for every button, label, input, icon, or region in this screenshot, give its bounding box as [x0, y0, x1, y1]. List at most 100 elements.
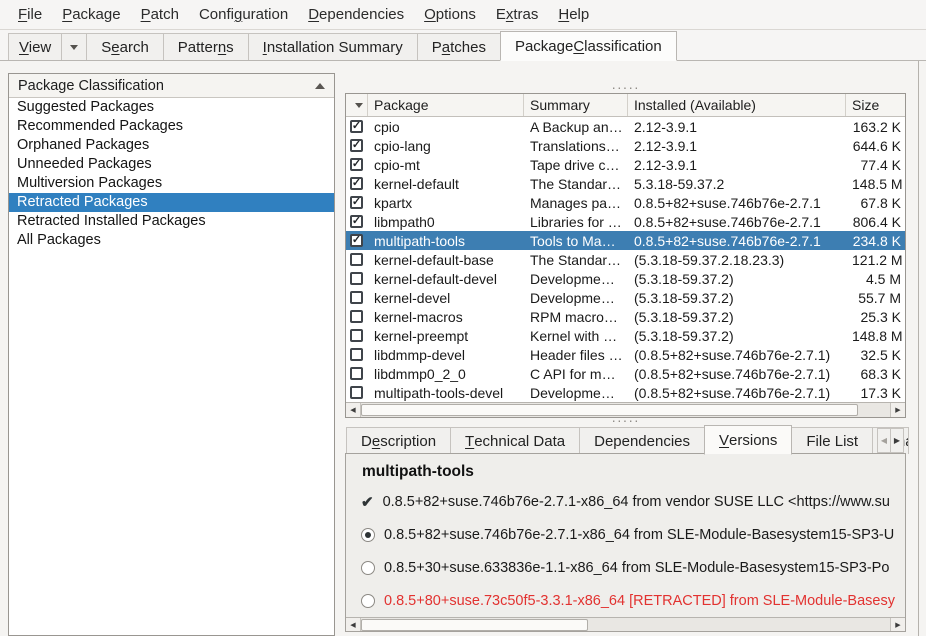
sidebar-item-retracted-installed-packages[interactable]: Retracted Installed Packages — [9, 212, 334, 231]
cell-summary: Libraries for … — [524, 214, 628, 230]
package-row-kernel-default-base[interactable]: kernel-default-baseThe Standar…(5.3.18-5… — [346, 250, 905, 269]
cell-installed: 0.8.5+82+suse.746b76e-2.7.1 — [628, 214, 846, 230]
package-row-cpio-lang[interactable]: ✓cpio-langTranslations…2.12-3.9.1644.6 K — [346, 136, 905, 155]
checkbox-checked-icon[interactable]: ✓ — [350, 196, 363, 209]
checkbox-checked-icon[interactable]: ✓ — [350, 177, 363, 190]
menu-extras[interactable]: Extras — [486, 0, 549, 29]
package-row-kpartx[interactable]: ✓kpartxManages pa…0.8.5+82+suse.746b76e-… — [346, 193, 905, 212]
column-header-summary[interactable]: Summary — [524, 94, 628, 116]
sidebar-item-multiversion-packages[interactable]: Multiversion Packages — [9, 174, 334, 193]
cell-summary: RPM macro… — [524, 309, 628, 325]
cell-installed: (5.3.18-59.37.2) — [628, 290, 846, 306]
scrollbar-thumb[interactable] — [361, 404, 858, 416]
scroll-left-icon[interactable]: ◀ — [346, 403, 361, 417]
scrollbar-thumb[interactable] — [361, 619, 588, 631]
menu-configuration[interactable]: Configuration — [189, 0, 298, 29]
version-entry[interactable]: 0.8.5+30+suse.633836e-1.1-x86_64 from SL… — [346, 551, 905, 584]
checkbox-unchecked-icon[interactable] — [350, 253, 363, 266]
package-row-multipath-tools[interactable]: ✓multipath-toolsTools to Ma…0.8.5+82+sus… — [346, 231, 905, 250]
tab-patterns[interactable]: Patterns — [163, 33, 249, 60]
column-header-size[interactable]: Size — [846, 94, 905, 116]
sidebar-item-suggested-packages[interactable]: Suggested Packages — [9, 98, 334, 117]
filter-sidebar: Package Classification Suggested Package… — [8, 73, 335, 636]
detail-tab-file-list[interactable]: File List — [791, 427, 873, 454]
cell-installed: 2.12-3.9.1 — [628, 138, 846, 154]
sidebar-item-orphaned-packages[interactable]: Orphaned Packages — [9, 136, 334, 155]
tab-scroll-left-icon[interactable]: ◀ — [877, 428, 891, 453]
menu-patch[interactable]: Patch — [131, 0, 189, 29]
chevron-down-icon[interactable] — [70, 45, 78, 50]
menu-dependencies[interactable]: Dependencies — [298, 0, 414, 29]
menu-help[interactable]: Help — [548, 0, 599, 29]
checkbox-unchecked-icon[interactable] — [350, 310, 363, 323]
tab-package-classification[interactable]: Package Classification — [500, 31, 677, 61]
detail-tab-technical-data[interactable]: Technical Data — [450, 427, 580, 454]
checkbox-unchecked-icon[interactable] — [350, 272, 363, 285]
scroll-left-icon[interactable]: ◀ — [346, 618, 361, 632]
scrollbar-track[interactable] — [361, 618, 890, 632]
checkbox-unchecked-icon[interactable] — [350, 291, 363, 304]
checkbox-checked-icon[interactable]: ✓ — [350, 215, 363, 228]
package-row-libdmmp0-2-0[interactable]: libdmmp0_2_0C API for m…(0.8.5+82+suse.7… — [346, 364, 905, 383]
menu-file[interactable]: File — [8, 0, 52, 29]
cell-summary: A Backup an… — [524, 119, 628, 135]
cell-package: cpio-lang — [368, 138, 524, 154]
checkbox-unchecked-icon[interactable] — [350, 367, 363, 380]
cell-installed: 5.3.18-59.37.2 — [628, 176, 846, 192]
radio-selected-icon[interactable] — [361, 528, 375, 542]
splitter-handle-top[interactable]: ····· — [345, 84, 906, 92]
version-entry[interactable]: 0.8.5+80+suse.73c50f5-3.3.1-x86_64 [RETR… — [346, 584, 905, 617]
sidebar-header[interactable]: Package Classification — [9, 74, 334, 98]
sidebar-item-retracted-packages[interactable]: Retracted Packages — [9, 193, 334, 212]
splitter-handle-bottom[interactable]: ····· — [345, 417, 906, 425]
tab-scroll-right-icon[interactable]: ▶ — [890, 428, 904, 453]
tab-patches[interactable]: Patches — [417, 33, 501, 60]
menu-options[interactable]: Options — [414, 0, 486, 29]
package-row-kernel-default[interactable]: ✓kernel-defaultThe Standar…5.3.18-59.37.… — [346, 174, 905, 193]
scroll-right-icon[interactable]: ▶ — [890, 403, 905, 417]
sidebar-item-all-packages[interactable]: All Packages — [9, 231, 334, 250]
package-row-kernel-default-devel[interactable]: kernel-default-develDevelopme…(5.3.18-59… — [346, 269, 905, 288]
checkbox-checked-icon[interactable]: ✓ — [350, 158, 363, 171]
radio-unselected-icon[interactable] — [361, 561, 375, 575]
tab-search[interactable]: Search — [86, 33, 164, 60]
package-row-kernel-preempt[interactable]: kernel-preemptKernel with …(5.3.18-59.37… — [346, 326, 905, 345]
checkbox-checked-icon[interactable]: ✓ — [350, 139, 363, 152]
sidebar-item-recommended-packages[interactable]: Recommended Packages — [9, 117, 334, 136]
checkbox-checked-icon[interactable]: ✓ — [350, 234, 363, 247]
column-header-installed-available-[interactable]: Installed (Available) — [628, 94, 846, 116]
cell-installed: (5.3.18-59.37.2) — [628, 309, 846, 325]
column-header-package[interactable]: Package — [368, 94, 524, 116]
scroll-right-icon[interactable]: ▶ — [890, 618, 905, 632]
versions-hscrollbar[interactable]: ◀ ▶ — [346, 617, 905, 632]
checkbox-unchecked-icon[interactable] — [350, 348, 363, 361]
detail-tab-description[interactable]: Description — [346, 427, 451, 454]
detail-tab-versions[interactable]: Versions — [704, 425, 792, 455]
radio-unselected-icon[interactable] — [361, 594, 375, 608]
view-tab-separator — [61, 34, 62, 60]
package-row-multipath-tools-devel[interactable]: multipath-tools-develDevelopme…(0.8.5+82… — [346, 383, 905, 402]
cell-installed: (5.3.18-59.37.2) — [628, 328, 846, 344]
checkbox-checked-icon[interactable]: ✓ — [350, 120, 363, 133]
package-row-cpio-mt[interactable]: ✓cpio-mtTape drive c…2.12-3.9.177.4 K — [346, 155, 905, 174]
tab-installation-summary[interactable]: Installation Summary — [248, 33, 418, 60]
menu-package[interactable]: Package — [52, 0, 130, 29]
package-row-kernel-macros[interactable]: kernel-macrosRPM macro…(5.3.18-59.37.2)2… — [346, 307, 905, 326]
tab-view[interactable]: View — [8, 33, 87, 60]
cell-size: 644.6 K — [846, 138, 905, 154]
package-row-libmpath0[interactable]: ✓libmpath0Libraries for …0.8.5+82+suse.7… — [346, 212, 905, 231]
sidebar-item-unneeded-packages[interactable]: Unneeded Packages — [9, 155, 334, 174]
column-header-status[interactable] — [346, 94, 368, 116]
detail-tab-dependencies[interactable]: Dependencies — [579, 427, 705, 454]
checkbox-unchecked-icon[interactable] — [350, 386, 363, 399]
version-entry[interactable]: 0.8.5+82+suse.746b76e-2.7.1-x86_64 from … — [346, 518, 905, 551]
checkbox-unchecked-icon[interactable] — [350, 329, 363, 342]
cell-package: kernel-devel — [368, 290, 524, 306]
package-row-libdmmp-devel[interactable]: libdmmp-develHeader files …(0.8.5+82+sus… — [346, 345, 905, 364]
sidebar-header-label: Package Classification — [18, 78, 164, 94]
package-row-kernel-devel[interactable]: kernel-develDevelopme…(5.3.18-59.37.2)55… — [346, 288, 905, 307]
package-table-header: PackageSummaryInstalled (Available)Size — [346, 94, 905, 117]
package-row-cpio[interactable]: ✓cpioA Backup an…2.12-3.9.1163.2 K — [346, 117, 905, 136]
version-entry[interactable]: ✔0.8.5+82+suse.746b76e-2.7.1-x86_64 from… — [346, 485, 905, 518]
package-table: PackageSummaryInstalled (Available)Size … — [345, 93, 906, 418]
